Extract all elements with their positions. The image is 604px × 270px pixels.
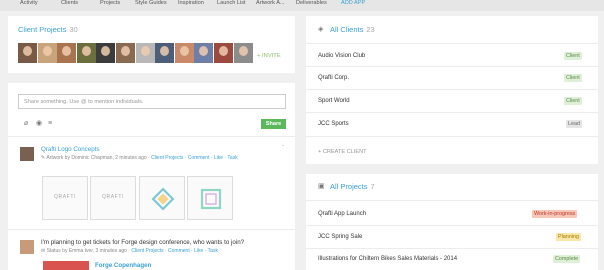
feed-item-title: I'm planning to get tickets for Forge de… [41, 239, 245, 246]
status-badge: Client [564, 52, 582, 60]
artwork-thumbnail[interactable] [187, 176, 233, 220]
avatar-face [238, 46, 248, 56]
divider [306, 43, 598, 44]
top-navigation: Activity Clients Projects Style Guides I… [0, 0, 604, 11]
tag-icon: ◈ [318, 26, 324, 33]
speech-icon: ✉ [41, 248, 46, 254]
divider [8, 136, 295, 137]
avatar-face [81, 46, 91, 56]
pencil-icon: ✎ [41, 155, 46, 161]
avatar-face [160, 46, 170, 56]
project-link[interactable]: Client Projects [151, 155, 183, 161]
member-avatar[interactable] [233, 43, 253, 63]
link-preview-title[interactable]: Forge Copenhagen [95, 262, 151, 270]
feed-item-meta: ✎ Artwork by Dominic Chapman, 2 minutes … [41, 155, 238, 161]
project-name[interactable]: Illustrations for Chiltern Bikes Sales M… [318, 255, 457, 263]
nav-clients[interactable]: Clients [61, 0, 78, 9]
nav-inspiration[interactable]: Inspiration [178, 0, 204, 9]
list-icon[interactable]: ≡ [48, 120, 52, 128]
nav-activity[interactable]: Activity [20, 0, 38, 9]
feed-actions[interactable]: · Comment · Like · Task [183, 155, 238, 161]
divider [306, 112, 598, 113]
member-avatar[interactable] [18, 43, 37, 63]
link-preview-image[interactable] [43, 261, 89, 270]
invite-label: INVITE [262, 53, 281, 59]
client-name[interactable]: Sport World [318, 97, 350, 105]
divider [306, 66, 598, 67]
nav-launch-list[interactable]: Launch List [217, 0, 246, 9]
diamond-logo-icon [151, 187, 175, 211]
avatar-face [219, 46, 228, 56]
square-logo-icon [200, 188, 222, 210]
invite-button[interactable]: + INVITE [257, 52, 281, 60]
avatar[interactable] [20, 240, 34, 254]
status-badge: Planning [556, 233, 581, 241]
member-avatar[interactable] [116, 43, 135, 63]
member-avatar[interactable] [214, 43, 233, 63]
feed-actions[interactable]: · Comment · Like · Task [164, 248, 218, 254]
nav-style-guides[interactable]: Style Guides [135, 0, 167, 9]
member-avatar[interactable] [194, 43, 214, 63]
divider [8, 229, 295, 230]
share-input[interactable]: Share something. Use @ to mention indivi… [18, 94, 286, 109]
client-projects-count: 30 [69, 25, 78, 34]
feed-item-meta: ✉ Status by Emma Iver, 3 minutes ago · C… [41, 248, 218, 254]
all-projects-title[interactable]: All Projects 7 [330, 182, 375, 192]
client-projects-title[interactable]: Client Projects 30 [18, 25, 78, 35]
member-avatar[interactable] [135, 43, 155, 63]
project-name[interactable]: JCC Spring Sale [318, 233, 362, 241]
member-avatar[interactable] [76, 43, 96, 63]
avatar-face [62, 46, 72, 56]
status-badge: Work-in-progress [532, 210, 578, 218]
divider [306, 89, 598, 90]
member-avatar[interactable] [57, 43, 77, 63]
divider [306, 200, 598, 201]
create-client-button[interactable]: + CREATE CLIENT [318, 148, 367, 156]
thumbnail-label: QRAFTI [54, 194, 76, 200]
member-avatar[interactable] [96, 43, 116, 63]
thumbnail-label: QRAFTI [102, 194, 124, 200]
share-button[interactable]: Share [261, 119, 286, 129]
artwork-thumbnail[interactable] [139, 176, 185, 220]
nav-projects[interactable]: Projects [100, 0, 120, 9]
nav-artwork[interactable]: Artwork A... [256, 0, 285, 9]
divider [306, 225, 598, 226]
paperclip-icon[interactable]: ⌀ [24, 120, 28, 128]
avatar-face [121, 46, 130, 56]
avatar-face [140, 46, 150, 56]
member-avatar[interactable] [155, 43, 175, 63]
project-link[interactable]: Client Projects [131, 248, 163, 254]
status-badge: Lead [566, 120, 582, 128]
briefcase-icon: ▣ [318, 183, 325, 190]
nav-add-app[interactable]: ADD APP [341, 0, 365, 9]
client-name[interactable]: Qrafti Corp. [318, 74, 349, 82]
avatar-face [42, 46, 52, 56]
all-clients-title[interactable]: All Clients 23 [330, 25, 375, 35]
status-badge: Client [564, 74, 582, 82]
avatar[interactable] [20, 147, 34, 161]
nav-deliverables[interactable]: Deliverables [296, 0, 327, 9]
avatar-face [179, 46, 189, 56]
status-badge: Complete [553, 255, 581, 263]
all-clients-count: 23 [366, 25, 375, 34]
member-avatar[interactable] [174, 43, 194, 63]
project-name[interactable]: Qrafti App Launch [318, 210, 366, 218]
globe-icon[interactable]: ◉ [36, 120, 42, 128]
artwork-thumbnail[interactable]: QRAFTI [90, 176, 136, 220]
member-avatar[interactable] [37, 43, 57, 63]
avatar-face [101, 46, 111, 56]
all-clients-card [306, 16, 598, 164]
status-badge: Client [564, 97, 582, 105]
feed-item-title[interactable]: Qrafti Logo Concepts [41, 146, 99, 154]
client-name[interactable]: Audio Vision Club [318, 52, 365, 60]
client-name[interactable]: JCC Sports [318, 120, 349, 128]
avatar-face [23, 46, 32, 56]
caret-icon[interactable]: ⌄ [281, 142, 285, 148]
all-projects-count: 7 [370, 182, 375, 191]
avatar-face [199, 46, 209, 56]
artwork-thumbnail[interactable]: QRAFTI [42, 176, 88, 220]
plus-icon: + [257, 53, 261, 59]
divider [306, 136, 598, 137]
divider [306, 248, 598, 249]
